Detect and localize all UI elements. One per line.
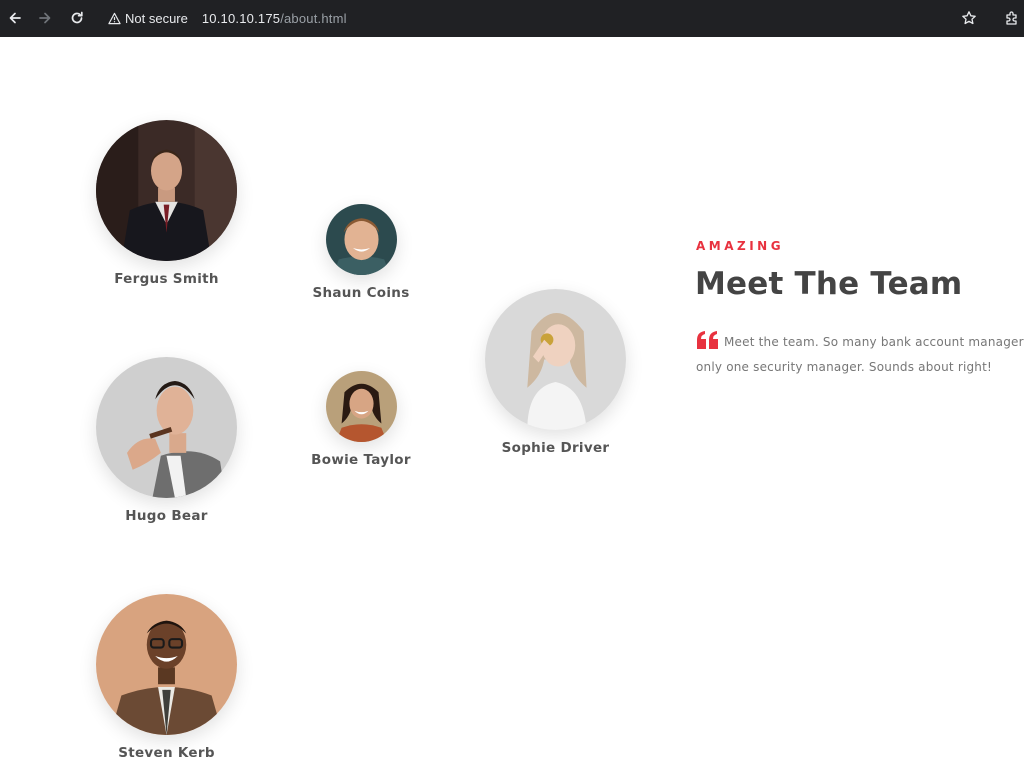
team-member-sophie-driver: Sophie Driver (485, 289, 626, 456)
team-quote: Meet the team. So many bank account mana… (696, 330, 1024, 380)
forward-button[interactable] (32, 6, 58, 30)
portrait-photo (325, 204, 397, 275)
portrait-photo (96, 357, 237, 498)
warning-icon (108, 12, 121, 24)
avatar (325, 204, 397, 275)
extensions-icon (1006, 11, 1017, 25)
team-member-bowie-taylor: Bowie Taylor (311, 371, 411, 468)
portrait-photo (485, 289, 626, 430)
section-eyebrow: AMAZING (696, 239, 785, 253)
extensions-button[interactable] (1000, 6, 1024, 30)
member-name: Sophie Driver (501, 440, 610, 456)
address-bar[interactable]: Not secure 10.10.10.175/about.html (100, 4, 990, 32)
avatar (96, 594, 237, 735)
quote-text-2: only one security manager. Sounds about … (696, 360, 993, 374)
team-member-shaun-coins: Shaun Coins (311, 204, 411, 301)
avatar (96, 357, 237, 498)
team-member-hugo-bear: Hugo Bear (96, 357, 237, 524)
avatar (96, 120, 237, 261)
avatar (485, 289, 626, 430)
bookmark-button[interactable] (957, 6, 981, 30)
member-name: Steven Kerb (118, 745, 215, 761)
url-text: 10.10.10.175/about.html (202, 11, 347, 26)
member-name: Fergus Smith (114, 271, 219, 287)
member-name: Bowie Taylor (311, 452, 411, 468)
browser-toolbar: Not secure 10.10.10.175/about.html (0, 0, 1024, 37)
reload-icon (71, 11, 83, 24)
security-label: Not secure (125, 10, 188, 26)
page-title: Meet The Team (695, 266, 963, 302)
portrait-photo (325, 371, 397, 442)
url-path: /about.html (280, 10, 347, 26)
url-host: 10.10.10.175 (201, 10, 281, 26)
portrait-photo (96, 594, 237, 735)
member-name: Shaun Coins (312, 285, 410, 301)
avatar (325, 371, 397, 442)
quote-line-1: Meet the team. So many bank account mana… (696, 330, 1024, 355)
back-button[interactable] (2, 6, 28, 30)
member-name: Hugo Bear (125, 508, 208, 524)
quote-text-1: Meet the team. So many bank account mana… (724, 335, 1024, 349)
reload-button[interactable] (64, 6, 90, 30)
team-member-fergus-smith: Fergus Smith (96, 120, 237, 287)
star-icon (962, 11, 976, 25)
security-indicator[interactable]: Not secure (108, 11, 188, 26)
portrait-photo (96, 120, 237, 261)
quote-icon (697, 331, 718, 349)
team-member-steven-kerb: Steven Kerb (96, 594, 237, 761)
forward-arrow-icon (39, 12, 51, 24)
back-arrow-icon (9, 12, 21, 24)
